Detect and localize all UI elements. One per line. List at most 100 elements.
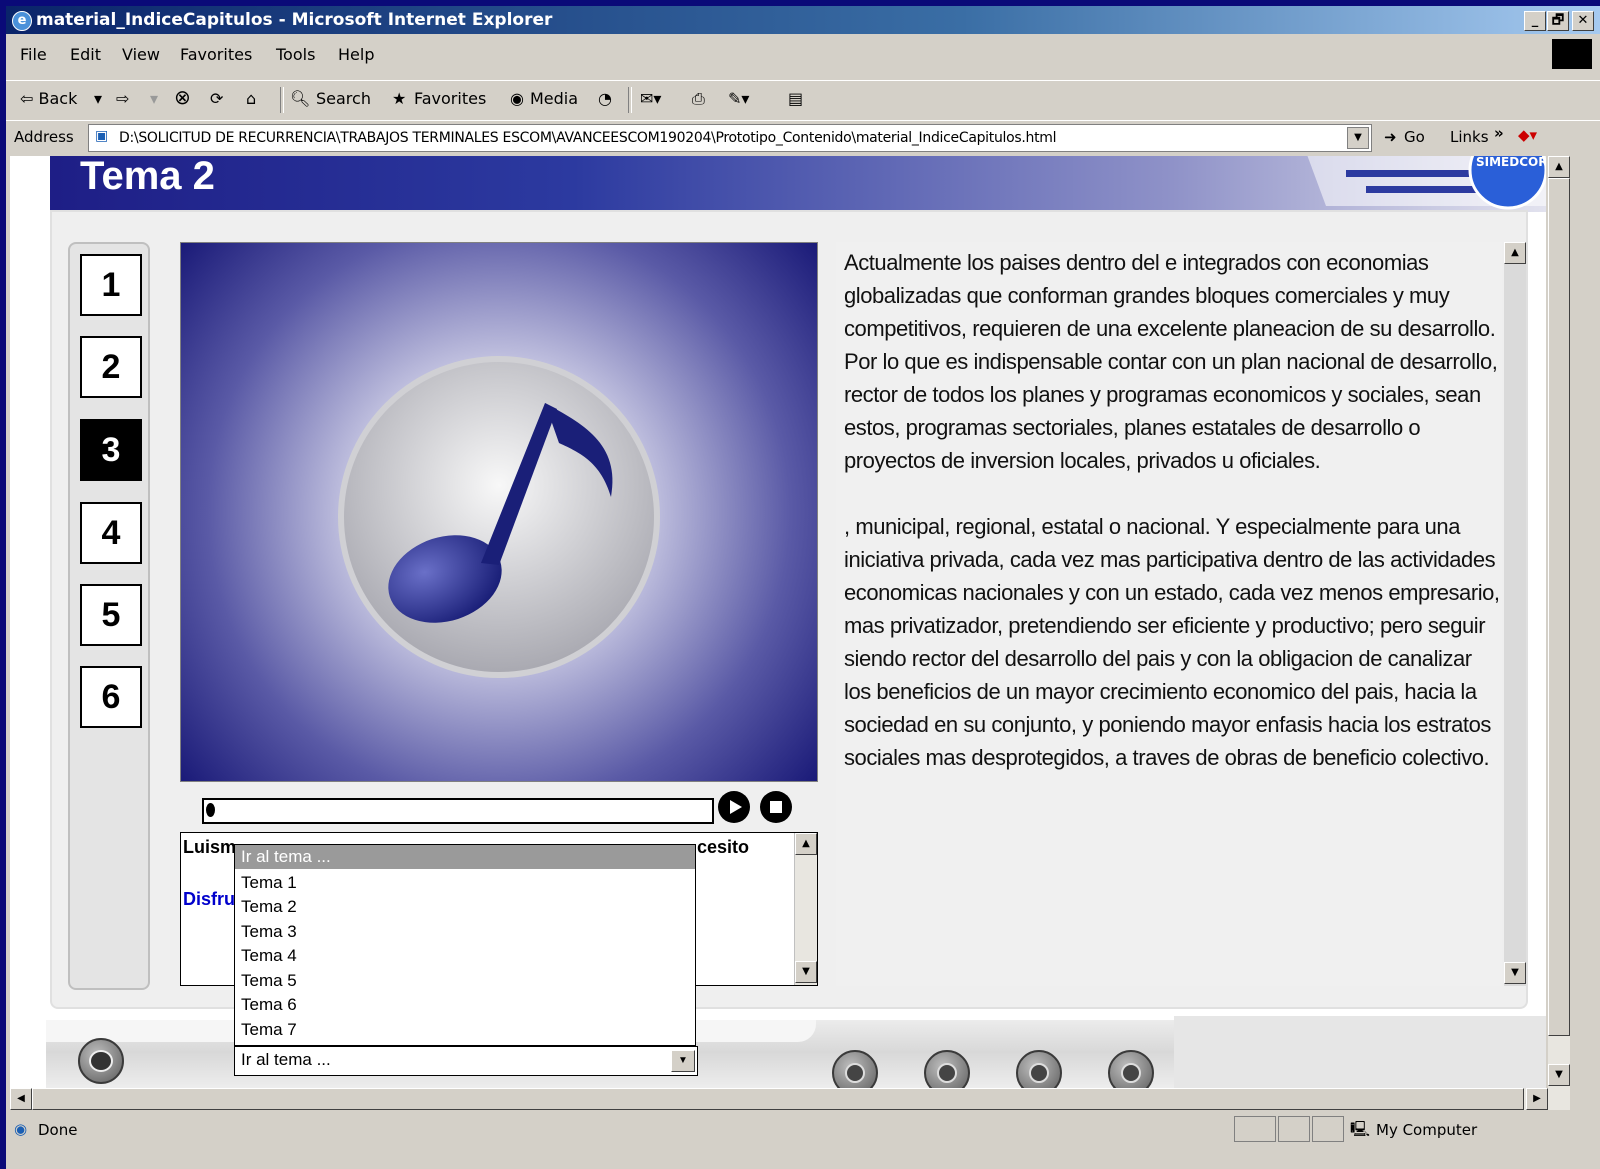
next-page-button[interactable] [1016,1050,1062,1088]
caption-link[interactable]: Disfru [183,889,235,910]
back-button[interactable]: ⇦ Back [20,89,77,108]
refresh-icon[interactable]: ⟳ [210,89,223,108]
toolbar: ⇦ Back ▾ ⇨ ▾ ⊗ ⟳ ⌂ 🔍︎ Search ★ Favorites… [6,80,1600,119]
menu-file[interactable]: File [20,45,47,64]
back-dropdown-icon[interactable]: ▾ [94,89,102,108]
caption-text-tail: cesito [697,837,750,857]
print-icon[interactable]: ⎙ [692,89,705,109]
menu-button[interactable] [78,1038,124,1084]
chapter-button-4[interactable]: 4 [80,502,142,564]
menu-favorites[interactable]: Favorites [180,45,252,64]
progress-knob[interactable] [206,803,215,817]
home-icon[interactable]: ⌂ [246,89,256,108]
last-page-button[interactable] [1108,1050,1154,1088]
chapter-button-1[interactable]: 1 [80,254,142,316]
dropdown-option[interactable]: Tema 5 [235,969,695,993]
mail-icon[interactable]: ✉▾ [640,89,661,108]
simedcor-logo: SIMEDCOR [1307,156,1546,210]
address-bar: Address ▣ D:\SOLICITUD DE RECURRENCIA\TR… [6,120,1600,155]
toolbar-separator [628,87,632,113]
window-vertical-scrollbar[interactable]: ▲ ▼ [1548,156,1570,1088]
scroll-down-icon[interactable]: ▼ [1504,962,1526,984]
dropdown-option[interactable]: Tema 4 [235,944,695,968]
page-icon: ▣ [95,128,109,144]
play-button[interactable] [718,791,750,823]
media-button[interactable]: Media [530,89,578,108]
previous-page-button[interactable] [924,1050,970,1088]
scroll-up-icon[interactable]: ▲ [795,833,817,855]
menu-icon [89,1050,113,1072]
chapter-button-6[interactable]: 6 [80,666,142,728]
close-button[interactable]: ✕ [1572,11,1594,31]
next-page-icon [1029,1063,1049,1083]
dropdown-option[interactable]: Tema 6 [235,993,695,1017]
scroll-thumb[interactable] [32,1088,1524,1110]
toolbar-separator [280,87,284,113]
dropdown-option[interactable]: Ir al tema ... [235,845,695,869]
music-note-icon [338,356,660,678]
edit-icon[interactable]: ✎▾ [728,89,749,108]
stop-icon[interactable]: ⊗ [174,85,191,109]
caption-scrollbar[interactable]: ▲ ▼ [794,833,817,985]
dropdown-option[interactable]: Tema 7 [235,1018,695,1042]
chapter-nav: 1 2 3 4 5 6 [68,242,150,990]
menu-help[interactable]: Help [338,45,374,64]
chapter-button-2[interactable]: 2 [80,336,142,398]
first-page-button[interactable] [832,1050,878,1088]
dropdown-option[interactable]: Tema 2 [235,895,695,919]
title-bar: e material_IndiceCapitulos - Microsoft I… [6,6,1600,34]
forward-button[interactable]: ⇨ [116,89,129,108]
scroll-up-icon[interactable]: ▲ [1548,156,1570,178]
caption-text: Luism [183,837,237,857]
address-input[interactable]: ▣ D:\SOLICITUD DE RECURRENCIA\TRABAJOS T… [88,124,1372,152]
search-button[interactable]: Search [316,89,371,108]
status-pane [1234,1116,1276,1142]
scroll-up-icon[interactable]: ▲ [1504,242,1526,264]
chevron-right-icon[interactable]: » [1494,124,1504,142]
forward-dropdown-icon[interactable]: ▾ [150,89,158,108]
media-icon: ◉ [510,89,524,108]
scroll-left-icon[interactable]: ◀ [10,1088,32,1110]
topic-select[interactable]: Ir al tema ... ▼ [234,1046,698,1076]
ie-window: e material_IndiceCapitulos - Microsoft I… [6,6,1600,1169]
pdf-icon[interactable]: ◆▾ [1518,126,1537,144]
address-label: Address [14,128,74,146]
links-button[interactable]: Links [1450,128,1489,146]
chapter-button-5[interactable]: 5 [80,584,142,646]
page-title: Tema 2 [80,156,215,198]
topic-select-value: Ir al tema ... [241,1050,331,1069]
restore-button[interactable]: 🗗 [1547,11,1569,31]
content-text-box: Actualmente los paises dentro del e inte… [836,242,1502,986]
playback-progress-bar[interactable] [202,798,714,824]
scroll-down-icon[interactable]: ▼ [795,961,817,983]
window-horizontal-scrollbar[interactable]: ◀ ▶ [10,1088,1570,1110]
history-icon[interactable]: ◔ [598,89,612,108]
address-dropdown-icon[interactable]: ▼ [1347,127,1369,149]
chevron-down-icon[interactable]: ▼ [671,1050,695,1072]
menu-tools[interactable]: Tools [276,45,315,64]
scroll-thumb[interactable] [1548,178,1570,1036]
stop-button[interactable] [760,791,792,823]
status-pane [1312,1116,1344,1142]
menu-edit[interactable]: Edit [70,45,101,64]
topic-dropdown-list[interactable]: Ir al tema ... Tema 1 Tema 2 Tema 3 Tema… [234,844,696,1046]
address-value: D:\SOLICITUD DE RECURRENCIA\TRABAJOS TER… [119,130,1057,146]
go-arrow-icon[interactable]: ➜ [1384,128,1397,146]
chapter-button-3[interactable]: 3 [80,419,142,481]
favorites-button[interactable]: Favorites [414,89,486,108]
scroll-down-icon[interactable]: ▼ [1548,1064,1570,1086]
first-page-icon [845,1063,865,1083]
windows-logo-icon [1552,39,1592,69]
go-button[interactable]: Go [1404,128,1425,146]
minimize-button[interactable]: _ [1524,11,1546,31]
previous-page-icon [937,1063,957,1083]
status-pane [1278,1116,1310,1142]
dropdown-option[interactable]: Tema 1 [235,871,695,895]
scroll-right-icon[interactable]: ▶ [1526,1088,1548,1110]
footer-right-panel [1174,1016,1546,1088]
menu-view[interactable]: View [122,45,160,64]
search-icon: 🔍︎ [290,89,311,108]
discuss-icon[interactable]: ▤ [788,89,803,108]
dropdown-option[interactable]: Tema 3 [235,920,695,944]
text-scrollbar[interactable]: ▲ ▼ [1504,242,1526,986]
